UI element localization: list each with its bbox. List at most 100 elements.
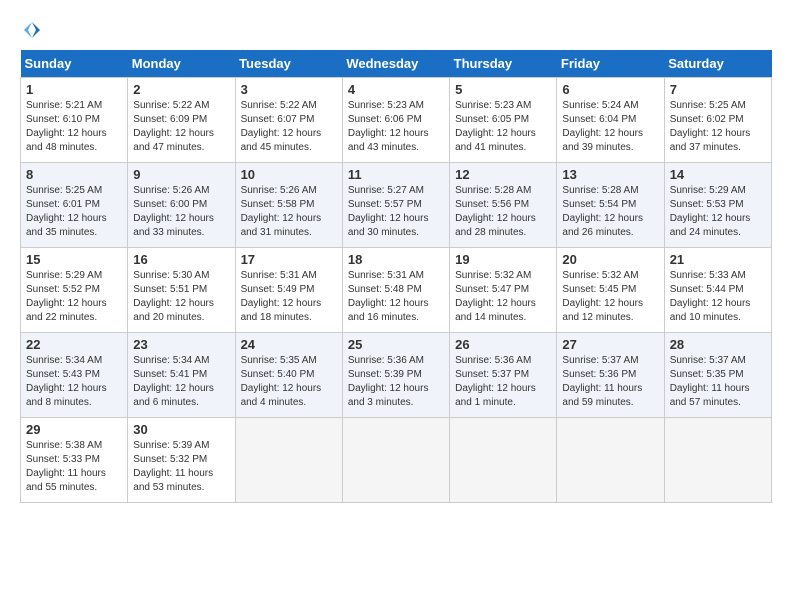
calendar-cell: 21 Sunrise: 5:33 AM Sunset: 5:44 PM Dayl… (664, 248, 771, 333)
calendar-cell: 18 Sunrise: 5:31 AM Sunset: 5:48 PM Dayl… (342, 248, 449, 333)
day-info: Sunrise: 5:23 AM Sunset: 6:06 PM Dayligh… (348, 99, 444, 155)
day-number: 17 (241, 252, 337, 267)
day-number: 25 (348, 337, 444, 352)
day-info: Sunrise: 5:37 AM Sunset: 5:36 PM Dayligh… (562, 354, 658, 410)
calendar-week-row: 29 Sunrise: 5:38 AM Sunset: 5:33 PM Dayl… (21, 418, 772, 503)
day-info: Sunrise: 5:31 AM Sunset: 5:48 PM Dayligh… (348, 269, 444, 325)
day-number: 27 (562, 337, 658, 352)
day-number: 30 (133, 422, 229, 437)
calendar-cell: 4 Sunrise: 5:23 AM Sunset: 6:06 PM Dayli… (342, 78, 449, 163)
calendar-cell: 7 Sunrise: 5:25 AM Sunset: 6:02 PM Dayli… (664, 78, 771, 163)
calendar-cell: 25 Sunrise: 5:36 AM Sunset: 5:39 PM Dayl… (342, 333, 449, 418)
day-info: Sunrise: 5:22 AM Sunset: 6:09 PM Dayligh… (133, 99, 229, 155)
day-info: Sunrise: 5:27 AM Sunset: 5:57 PM Dayligh… (348, 184, 444, 240)
calendar-cell: 26 Sunrise: 5:36 AM Sunset: 5:37 PM Dayl… (450, 333, 557, 418)
calendar-cell: 10 Sunrise: 5:26 AM Sunset: 5:58 PM Dayl… (235, 163, 342, 248)
calendar-cell: 29 Sunrise: 5:38 AM Sunset: 5:33 PM Dayl… (21, 418, 128, 503)
calendar-cell: 14 Sunrise: 5:29 AM Sunset: 5:53 PM Dayl… (664, 163, 771, 248)
calendar-cell (342, 418, 449, 503)
day-info: Sunrise: 5:39 AM Sunset: 5:32 PM Dayligh… (133, 439, 229, 495)
day-number: 10 (241, 167, 337, 182)
calendar-week-row: 1 Sunrise: 5:21 AM Sunset: 6:10 PM Dayli… (21, 78, 772, 163)
day-number: 22 (26, 337, 122, 352)
day-number: 12 (455, 167, 551, 182)
calendar-cell: 9 Sunrise: 5:26 AM Sunset: 6:00 PM Dayli… (128, 163, 235, 248)
day-info: Sunrise: 5:31 AM Sunset: 5:49 PM Dayligh… (241, 269, 337, 325)
calendar-cell: 23 Sunrise: 5:34 AM Sunset: 5:41 PM Dayl… (128, 333, 235, 418)
col-header-saturday: Saturday (664, 50, 771, 78)
day-number: 6 (562, 82, 658, 97)
day-number: 28 (670, 337, 766, 352)
day-info: Sunrise: 5:38 AM Sunset: 5:33 PM Dayligh… (26, 439, 122, 495)
calendar-cell (235, 418, 342, 503)
day-info: Sunrise: 5:37 AM Sunset: 5:35 PM Dayligh… (670, 354, 766, 410)
day-number: 16 (133, 252, 229, 267)
calendar-cell: 27 Sunrise: 5:37 AM Sunset: 5:36 PM Dayl… (557, 333, 664, 418)
day-info: Sunrise: 5:32 AM Sunset: 5:45 PM Dayligh… (562, 269, 658, 325)
calendar-cell: 5 Sunrise: 5:23 AM Sunset: 6:05 PM Dayli… (450, 78, 557, 163)
day-info: Sunrise: 5:34 AM Sunset: 5:43 PM Dayligh… (26, 354, 122, 410)
day-info: Sunrise: 5:21 AM Sunset: 6:10 PM Dayligh… (26, 99, 122, 155)
day-number: 14 (670, 167, 766, 182)
calendar-cell: 8 Sunrise: 5:25 AM Sunset: 6:01 PM Dayli… (21, 163, 128, 248)
day-info: Sunrise: 5:36 AM Sunset: 5:37 PM Dayligh… (455, 354, 551, 410)
day-info: Sunrise: 5:29 AM Sunset: 5:53 PM Dayligh… (670, 184, 766, 240)
calendar-cell: 15 Sunrise: 5:29 AM Sunset: 5:52 PM Dayl… (21, 248, 128, 333)
day-number: 11 (348, 167, 444, 182)
col-header-thursday: Thursday (450, 50, 557, 78)
calendar-cell: 30 Sunrise: 5:39 AM Sunset: 5:32 PM Dayl… (128, 418, 235, 503)
logo-icon (22, 20, 42, 40)
day-number: 24 (241, 337, 337, 352)
calendar-cell: 2 Sunrise: 5:22 AM Sunset: 6:09 PM Dayli… (128, 78, 235, 163)
day-number: 9 (133, 167, 229, 182)
day-info: Sunrise: 5:24 AM Sunset: 6:04 PM Dayligh… (562, 99, 658, 155)
page-header (20, 20, 772, 40)
day-number: 5 (455, 82, 551, 97)
day-number: 23 (133, 337, 229, 352)
col-header-tuesday: Tuesday (235, 50, 342, 78)
day-info: Sunrise: 5:29 AM Sunset: 5:52 PM Dayligh… (26, 269, 122, 325)
day-number: 15 (26, 252, 122, 267)
calendar-cell: 19 Sunrise: 5:32 AM Sunset: 5:47 PM Dayl… (450, 248, 557, 333)
day-number: 19 (455, 252, 551, 267)
calendar-cell: 13 Sunrise: 5:28 AM Sunset: 5:54 PM Dayl… (557, 163, 664, 248)
day-info: Sunrise: 5:25 AM Sunset: 6:01 PM Dayligh… (26, 184, 122, 240)
day-info: Sunrise: 5:34 AM Sunset: 5:41 PM Dayligh… (133, 354, 229, 410)
day-info: Sunrise: 5:28 AM Sunset: 5:54 PM Dayligh… (562, 184, 658, 240)
day-info: Sunrise: 5:33 AM Sunset: 5:44 PM Dayligh… (670, 269, 766, 325)
header-row: SundayMondayTuesdayWednesdayThursdayFrid… (21, 50, 772, 78)
day-number: 26 (455, 337, 551, 352)
logo (20, 20, 42, 40)
calendar-cell (664, 418, 771, 503)
calendar-cell: 20 Sunrise: 5:32 AM Sunset: 5:45 PM Dayl… (557, 248, 664, 333)
day-info: Sunrise: 5:30 AM Sunset: 5:51 PM Dayligh… (133, 269, 229, 325)
day-number: 7 (670, 82, 766, 97)
day-number: 8 (26, 167, 122, 182)
calendar-cell: 17 Sunrise: 5:31 AM Sunset: 5:49 PM Dayl… (235, 248, 342, 333)
calendar-cell: 16 Sunrise: 5:30 AM Sunset: 5:51 PM Dayl… (128, 248, 235, 333)
day-info: Sunrise: 5:26 AM Sunset: 6:00 PM Dayligh… (133, 184, 229, 240)
day-number: 29 (26, 422, 122, 437)
calendar-cell (557, 418, 664, 503)
day-info: Sunrise: 5:23 AM Sunset: 6:05 PM Dayligh… (455, 99, 551, 155)
calendar-cell: 1 Sunrise: 5:21 AM Sunset: 6:10 PM Dayli… (21, 78, 128, 163)
day-info: Sunrise: 5:28 AM Sunset: 5:56 PM Dayligh… (455, 184, 551, 240)
col-header-wednesday: Wednesday (342, 50, 449, 78)
day-info: Sunrise: 5:32 AM Sunset: 5:47 PM Dayligh… (455, 269, 551, 325)
calendar-cell: 22 Sunrise: 5:34 AM Sunset: 5:43 PM Dayl… (21, 333, 128, 418)
calendar-cell: 24 Sunrise: 5:35 AM Sunset: 5:40 PM Dayl… (235, 333, 342, 418)
day-number: 1 (26, 82, 122, 97)
calendar-cell (450, 418, 557, 503)
day-info: Sunrise: 5:36 AM Sunset: 5:39 PM Dayligh… (348, 354, 444, 410)
day-number: 4 (348, 82, 444, 97)
day-number: 20 (562, 252, 658, 267)
calendar-cell: 6 Sunrise: 5:24 AM Sunset: 6:04 PM Dayli… (557, 78, 664, 163)
calendar-cell: 3 Sunrise: 5:22 AM Sunset: 6:07 PM Dayli… (235, 78, 342, 163)
day-number: 3 (241, 82, 337, 97)
calendar-week-row: 15 Sunrise: 5:29 AM Sunset: 5:52 PM Dayl… (21, 248, 772, 333)
day-number: 13 (562, 167, 658, 182)
day-info: Sunrise: 5:25 AM Sunset: 6:02 PM Dayligh… (670, 99, 766, 155)
day-number: 21 (670, 252, 766, 267)
day-info: Sunrise: 5:35 AM Sunset: 5:40 PM Dayligh… (241, 354, 337, 410)
calendar-cell: 12 Sunrise: 5:28 AM Sunset: 5:56 PM Dayl… (450, 163, 557, 248)
